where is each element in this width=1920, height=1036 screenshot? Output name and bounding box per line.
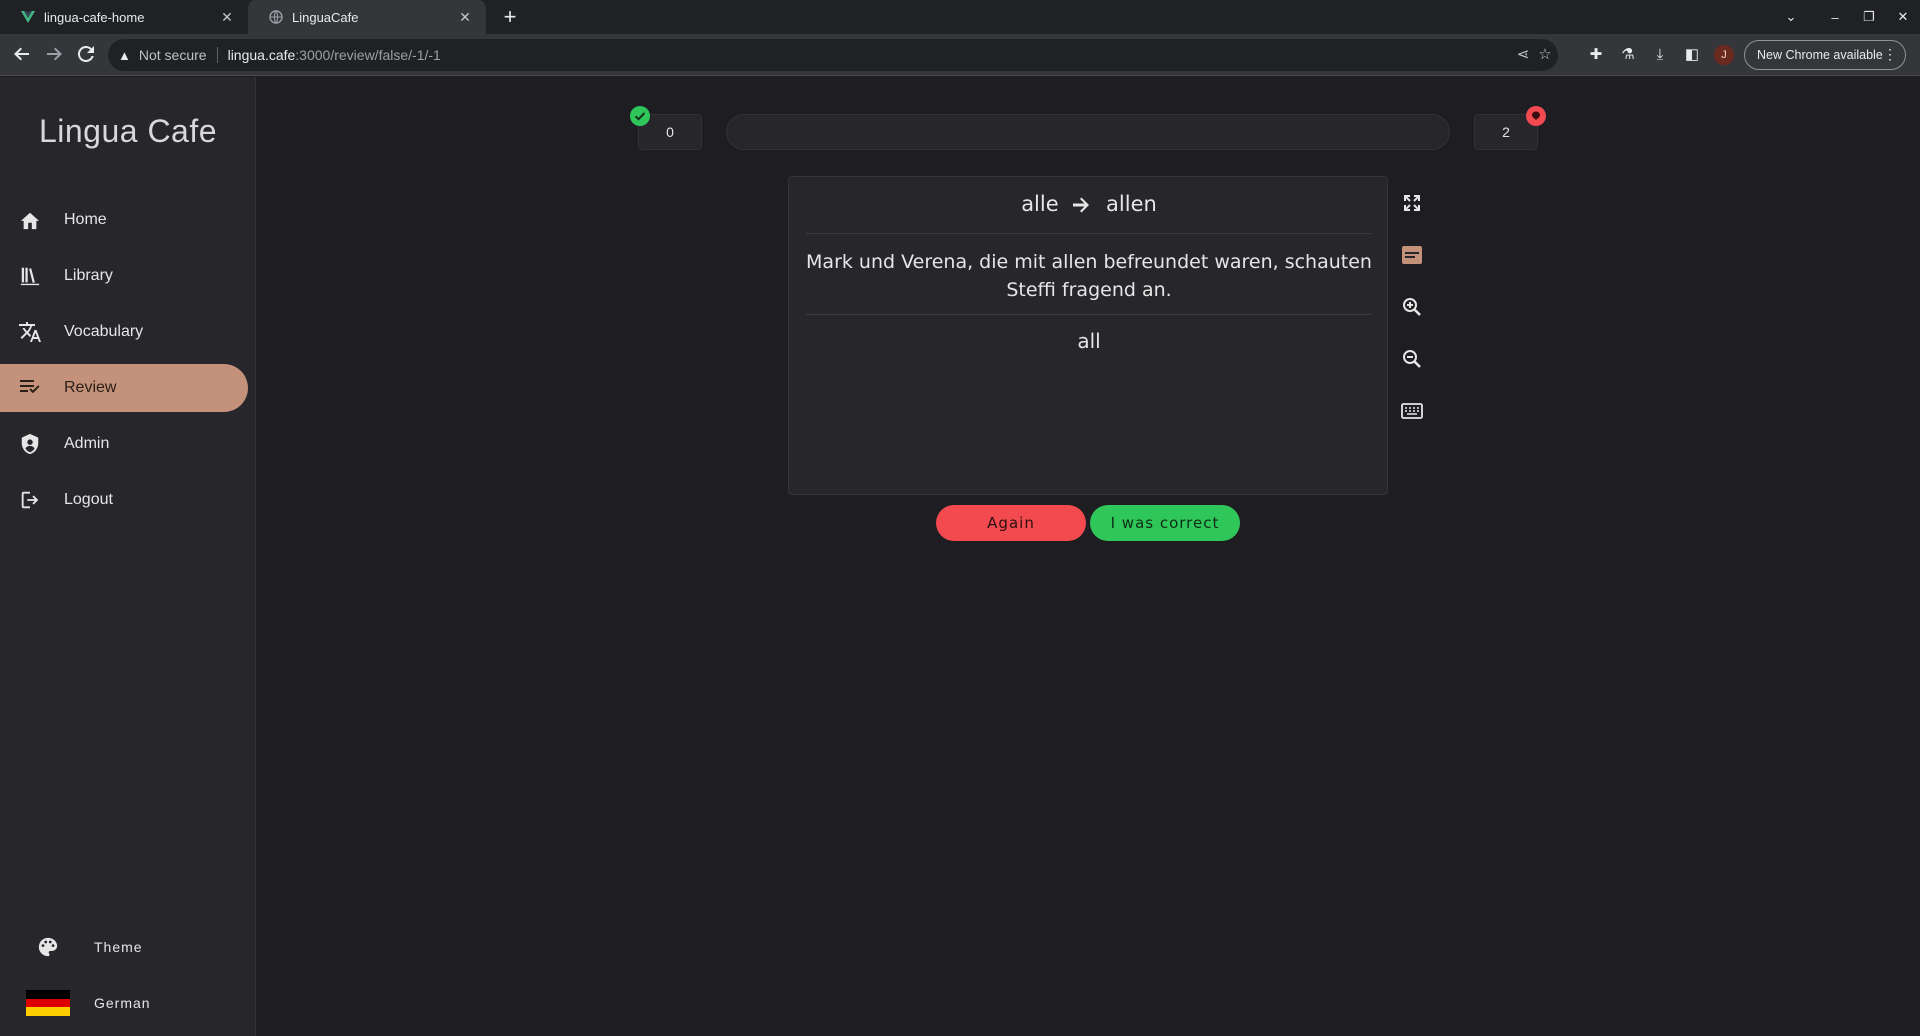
sidebar-item-label: Admin [64,435,110,452]
again-button[interactable]: Again [936,505,1086,541]
divider [216,47,218,63]
bookmark-star-icon[interactable]: ☆ [1536,46,1554,64]
keyboard-icon[interactable] [1400,399,1424,423]
arrow-right-icon [1073,194,1091,218]
inflected-word: allen [1106,192,1157,216]
sidebar-item-label: Library [64,267,113,284]
minimize-icon[interactable]: – [1816,0,1854,34]
forward-icon[interactable] [40,40,68,68]
sidebar-item-label: Logout [64,491,113,508]
base-word: alle [1021,192,1059,216]
tab-title: lingua-cafe-home [44,9,145,25]
labs-flask-icon[interactable]: ⚗ [1618,45,1638,65]
logout-icon [16,488,44,512]
app-sidebar: Lingua Cafe Home Library Vocabulary Revi… [0,77,256,1036]
sidebar-item-logout[interactable]: Logout [0,476,248,524]
card-word-row: alle allen [789,192,1389,218]
shield-icon [16,432,44,456]
address-bar[interactable]: ▲ Not secure lingua.cafe:3000/review/fal… [108,39,1558,71]
browser-tab-bar: lingua-cafe-home ✕ LinguaCafe ✕ + ⌄ – ❐ … [0,0,1920,34]
fullscreen-icon[interactable] [1400,191,1424,215]
subtitles-icon[interactable] [1400,243,1424,267]
sidebar-item-review[interactable]: Review [0,364,248,412]
new-tab-button[interactable]: + [496,3,524,31]
review-icon [16,376,44,400]
card-divider [806,233,1372,234]
zoom-in-icon[interactable] [1400,295,1424,319]
theme-label: Theme [94,939,143,955]
close-tab-icon[interactable]: ✕ [456,9,474,26]
german-flag-icon [26,990,70,1017]
globe-icon [268,9,284,25]
url-host: lingua.cafe [227,47,296,63]
close-tab-icon[interactable]: ✕ [218,9,236,26]
library-icon [16,264,44,288]
zoom-out-icon[interactable] [1400,347,1424,371]
review-card: alle allen Mark und Verena, die mit alle… [788,176,1388,495]
side-panel-icon[interactable]: ◧ [1682,45,1702,65]
browser-tab-linguacafe[interactable]: LinguaCafe ✕ [248,0,486,34]
browser-tab-lingua-cafe-home[interactable]: lingua-cafe-home ✕ [0,0,248,34]
url-path: :3000/review/false/-1/-1 [295,47,441,63]
home-icon [16,208,44,232]
new-chrome-available-button[interactable]: New Chrome available ⋮ [1744,40,1906,70]
browser-toolbar: ▲ Not secure lingua.cafe:3000/review/fal… [0,34,1920,76]
share-icon[interactable]: ⋖ [1514,46,1532,64]
theme-button[interactable]: Theme [0,927,256,967]
vue-icon [20,9,36,25]
translation-text: all [1077,329,1101,353]
download-icon[interactable]: ⤓ [1650,45,1670,65]
palette-icon [26,936,70,958]
check-circle-icon [630,106,650,126]
translate-icon [16,320,44,344]
language-label: German [94,995,151,1011]
tab-search-icon[interactable]: ⌄ [1772,0,1810,34]
sidebar-item-admin[interactable]: Admin [0,420,248,468]
sidebar-item-library[interactable]: Library [0,252,248,300]
sidebar-item-label: Home [64,211,107,228]
restore-icon[interactable]: ❐ [1850,0,1888,34]
i-was-correct-button[interactable]: I was correct [1090,505,1240,541]
security-label: Not secure [138,47,207,63]
incorrect-circle-icon [1526,106,1546,126]
review-progress-bar [726,114,1450,150]
app-brand: Lingua Cafe [38,113,218,149]
back-icon[interactable] [8,40,36,68]
profile-avatar[interactable]: J [1714,45,1734,65]
sidebar-item-label: Review [64,379,117,396]
tab-title: LinguaCafe [292,9,359,25]
example-sentence: Mark und Verena, die mit allen befreunde… [806,251,1372,301]
card-divider [806,314,1372,315]
kebab-menu-icon[interactable]: ⋮ [1883,46,1897,63]
extensions-icon[interactable]: ✚ [1586,45,1606,65]
sidebar-item-home[interactable]: Home [0,196,248,244]
reload-icon[interactable] [72,40,100,68]
sidebar-item-label: Vocabulary [64,323,144,340]
update-label: New Chrome available [1757,48,1883,62]
close-window-icon[interactable]: ✕ [1884,0,1920,34]
warning-icon: ▲ [118,47,131,63]
language-button[interactable]: German [0,983,256,1023]
sidebar-item-vocabulary[interactable]: Vocabulary [0,308,248,356]
